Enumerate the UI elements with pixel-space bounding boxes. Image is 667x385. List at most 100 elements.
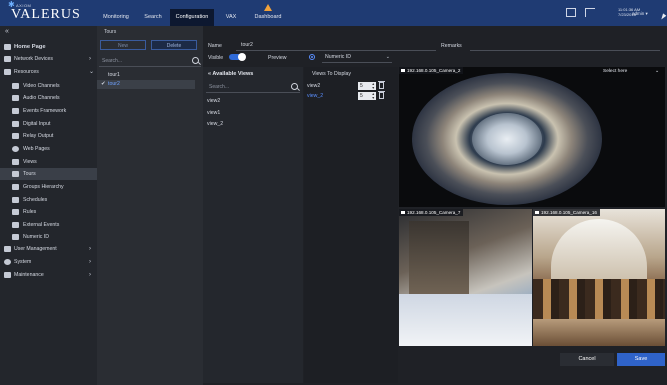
duration-stepper[interactable]: 5 ▲ ▼ bbox=[358, 82, 376, 90]
camera-label: 192.168.0.105_Camera_16 bbox=[533, 209, 600, 216]
views-to-display-panel bbox=[304, 67, 398, 383]
camera-tile-2[interactable]: 192.168.0.105_Camera_7 bbox=[399, 209, 532, 346]
tab-configuration[interactable]: Configuration bbox=[170, 9, 214, 26]
select-here-dropdown[interactable]: Select here ⌄ bbox=[603, 68, 661, 76]
tab-search[interactable]: Search bbox=[138, 9, 168, 26]
fisheye-video bbox=[412, 73, 602, 205]
sidebar-item-user-management[interactable]: User Management › bbox=[0, 243, 97, 255]
table-row[interactable]: view_2 5 ▲ ▼ bbox=[304, 91, 396, 102]
sidebar-item-label: Digital Input bbox=[23, 121, 51, 127]
list-item[interactable]: view_2 bbox=[207, 121, 223, 127]
digital-input-icon bbox=[12, 121, 19, 127]
sidebar-item-numeric-id[interactable]: Numeric ID bbox=[0, 231, 97, 243]
name-value: tour2 bbox=[241, 42, 253, 48]
sidebar-item-home-page[interactable]: Home Page bbox=[0, 41, 97, 53]
sidebar-item-schedules[interactable]: Schedules bbox=[0, 194, 97, 206]
views-to-display-title: Views To Display bbox=[312, 71, 352, 77]
sidebar-item-relay-output[interactable]: Relay Output bbox=[0, 130, 97, 142]
new-tour-button[interactable]: New bbox=[100, 40, 146, 50]
trash-icon[interactable] bbox=[378, 91, 385, 99]
user-name: admin bbox=[632, 11, 645, 16]
sidebar-item-web-pages[interactable]: Web Pages bbox=[0, 143, 97, 155]
preview-mode-select[interactable]: Numeric ID ⌄ bbox=[322, 52, 392, 63]
sidebar-item-network-devices[interactable]: Network Devices › bbox=[0, 53, 97, 65]
sidebar-item-external-events[interactable]: External Events bbox=[0, 219, 97, 231]
chevron-down-icon: ⌄ bbox=[654, 69, 659, 74]
camera-tile-3[interactable]: 192.168.0.105_Camera_16 bbox=[533, 209, 665, 346]
sidebar-item-groups-hierarchy[interactable]: Groups Hierarchy bbox=[0, 181, 97, 193]
sidebar-item-events-framework[interactable]: Events Framework bbox=[0, 105, 97, 117]
tab-monitoring[interactable]: Monitoring bbox=[96, 9, 136, 26]
collapse-icon[interactable]: « bbox=[5, 28, 9, 35]
delete-tour-button[interactable]: Delete bbox=[151, 40, 197, 50]
chevron-down-icon: ⌄ bbox=[89, 69, 95, 75]
available-views-title: Available Views bbox=[212, 71, 254, 77]
sidebar-item-label: Audio Channels bbox=[23, 95, 60, 101]
relay-icon bbox=[12, 133, 19, 139]
name-label: Name bbox=[208, 43, 222, 49]
list-item[interactable]: ✔ tour2 bbox=[97, 80, 195, 89]
tours-search-input[interactable]: Search... bbox=[99, 56, 201, 67]
folder-icon bbox=[12, 184, 19, 190]
sidebar-item-label: Relay Output bbox=[23, 133, 54, 139]
sidebar-item-label: Tours bbox=[23, 171, 36, 177]
visible-toggle[interactable] bbox=[229, 53, 246, 61]
sidebar-item-digital-input[interactable]: Digital Input bbox=[0, 118, 97, 130]
remarks-label: Remarks bbox=[441, 43, 462, 49]
rules-icon bbox=[12, 209, 19, 215]
cancel-button[interactable]: Cancel bbox=[560, 353, 614, 366]
sidebar-item-resources[interactable]: Resources ⌄ bbox=[0, 66, 97, 78]
camera-label: 192.168.0.105_Camera_7 bbox=[399, 209, 464, 216]
name-field[interactable]: tour2 bbox=[236, 40, 436, 51]
list-item[interactable]: tour1 bbox=[97, 71, 195, 80]
events-icon bbox=[12, 108, 19, 114]
chevron-right-icon: › bbox=[89, 259, 91, 265]
save-button[interactable]: Save bbox=[617, 353, 665, 366]
user-menu[interactable]: admin ▾ bbox=[632, 11, 648, 17]
inbox-icon[interactable] bbox=[566, 8, 576, 17]
remarks-field[interactable] bbox=[470, 40, 660, 51]
top-bar: ✱ AXIOM VALERUS Monitoring Search Config… bbox=[0, 0, 667, 26]
sidebar-item-audio-channels[interactable]: Audio Channels bbox=[0, 92, 97, 104]
sidebar-item-maintenance[interactable]: Maintenance › bbox=[0, 269, 97, 281]
resources-icon bbox=[4, 69, 11, 75]
pin-icon[interactable] bbox=[659, 13, 667, 21]
chevron-right-icon: › bbox=[89, 56, 91, 62]
duration-stepper[interactable]: 5 ▲ ▼ bbox=[358, 92, 376, 100]
double-chevron-left-icon[interactable]: « bbox=[208, 71, 211, 77]
available-views-header[interactable]: « Available Views bbox=[208, 71, 253, 77]
search-icon[interactable] bbox=[291, 83, 298, 90]
list-item[interactable]: view2 bbox=[207, 98, 220, 104]
sidebar-item-tours[interactable]: Tours bbox=[0, 168, 97, 180]
sidebar-item-label: Video Channels bbox=[23, 83, 60, 89]
sidebar-item-label: Resources bbox=[14, 69, 39, 75]
sidebar-item-video-channels[interactable]: Video Channels bbox=[0, 80, 97, 92]
tools-icon bbox=[4, 272, 11, 278]
app-logo: VALERUS bbox=[11, 7, 81, 22]
preview-radio[interactable] bbox=[309, 54, 315, 60]
list-item[interactable]: view1 bbox=[207, 110, 220, 116]
numeric-icon bbox=[12, 234, 19, 240]
sidebar-item-label: Groups Hierarchy bbox=[23, 184, 64, 190]
audio-icon bbox=[12, 95, 19, 101]
sidebar-item-label: Events Framework bbox=[23, 108, 67, 114]
tours-icon bbox=[12, 171, 19, 177]
tab-vax[interactable]: VAX bbox=[218, 9, 244, 26]
tours-search-placeholder: Search... bbox=[102, 58, 123, 64]
sidebar-item-label: Home Page bbox=[14, 44, 46, 50]
search-icon[interactable] bbox=[192, 57, 199, 64]
trash-icon[interactable] bbox=[378, 81, 385, 89]
sidebar-item-views[interactable]: Views bbox=[0, 156, 97, 168]
available-views-search-input[interactable]: Search... bbox=[206, 82, 300, 93]
sidebar-item-rules[interactable]: Rules bbox=[0, 206, 97, 218]
flag-icon[interactable] bbox=[585, 8, 595, 17]
gear-icon bbox=[4, 259, 11, 265]
tab-dashboard[interactable]: Dashboard bbox=[248, 9, 288, 26]
duration-value: 5 bbox=[360, 83, 363, 89]
stepper-arrows-icon[interactable]: ▲ ▼ bbox=[372, 82, 375, 90]
schedule-icon bbox=[12, 197, 19, 203]
sidebar-item-system[interactable]: System › bbox=[0, 256, 97, 268]
available-views-search-placeholder: Search... bbox=[209, 84, 230, 90]
stepper-arrows-icon[interactable]: ▲ ▼ bbox=[372, 92, 375, 100]
chevron-right-icon: › bbox=[89, 272, 91, 278]
